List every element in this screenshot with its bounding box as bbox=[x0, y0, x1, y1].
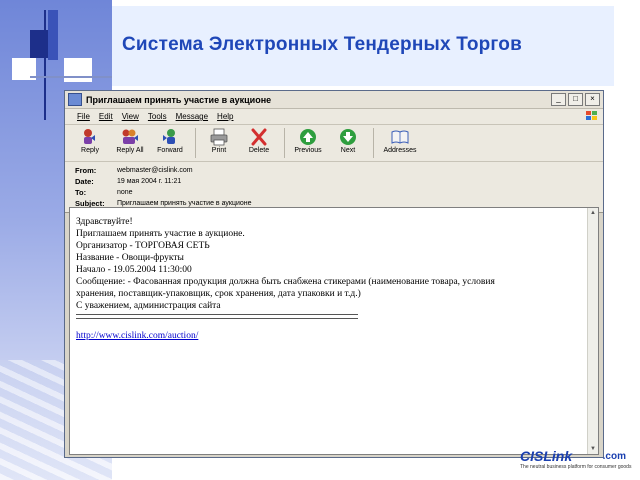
delete-label: Delete bbox=[248, 147, 270, 154]
forward-label: Forward bbox=[157, 147, 183, 154]
subject-value: Приглашаем принять участие в аукционе bbox=[117, 200, 252, 207]
delete-button[interactable]: Delete bbox=[242, 125, 276, 154]
window-titlebar[interactable]: Приглашаем принять участие в аукционе _ … bbox=[65, 91, 603, 109]
windows-logo-icon bbox=[586, 111, 597, 120]
body-line: Сообщение: - Фасованная продукция должна… bbox=[76, 277, 495, 287]
date-row: Date: 19 мая 2004 г. 11:21 bbox=[75, 176, 603, 187]
reply-all-icon bbox=[122, 129, 138, 144]
reply-all-label: Reply All bbox=[116, 147, 144, 154]
forward-button[interactable]: Forward bbox=[153, 125, 187, 154]
toolbar: Reply Reply All Forward Print Delete Pre… bbox=[65, 125, 603, 162]
body-line: хранения, поставщик-упаковщик, срок хран… bbox=[76, 289, 361, 299]
close-button[interactable]: × bbox=[585, 93, 600, 106]
deco-line-vertical bbox=[44, 10, 46, 120]
to-value: none bbox=[117, 189, 133, 196]
toolbar-separator bbox=[195, 128, 196, 158]
body-line: С уважением, администрация сайта bbox=[76, 301, 221, 311]
printer-icon bbox=[210, 128, 228, 146]
body-line: Название - Овощи-фрукты bbox=[76, 253, 184, 263]
cislink-logo: CISLink .com The neutral business platfo… bbox=[520, 448, 632, 476]
next-label: Next bbox=[340, 147, 356, 154]
scroll-up-arrow-icon[interactable]: ▲ bbox=[588, 208, 598, 218]
print-button[interactable]: Print bbox=[202, 125, 236, 154]
previous-label: Previous bbox=[294, 147, 322, 154]
reply-label: Reply bbox=[81, 147, 99, 154]
delete-x-icon bbox=[251, 128, 267, 146]
slide-title: Система Электронных Тендерных Торгов bbox=[122, 34, 522, 55]
window-title: Приглашаем принять участие в аукционе bbox=[86, 94, 272, 105]
addresses-button[interactable]: Addresses bbox=[380, 125, 420, 154]
menu-view[interactable]: View bbox=[122, 112, 139, 121]
body-line: Приглашаем принять участие в аукционе. bbox=[76, 229, 245, 239]
from-value: webmaster@cislink.com bbox=[117, 167, 193, 174]
toolbar-separator bbox=[373, 128, 374, 158]
reply-icon bbox=[84, 129, 95, 144]
body-line: Здравствуйте! bbox=[76, 217, 133, 227]
toolbar-separator bbox=[284, 128, 285, 158]
print-label: Print bbox=[211, 147, 227, 154]
separator-line bbox=[76, 314, 358, 319]
arrow-up-icon bbox=[300, 129, 316, 145]
addresses-label: Addresses bbox=[383, 147, 417, 154]
message-body[interactable]: Здравствуйте! Приглашаем принять участие… bbox=[69, 207, 599, 455]
logo-tagline: The neutral business platform for consum… bbox=[520, 464, 632, 470]
to-label: To: bbox=[75, 188, 87, 197]
vertical-scrollbar[interactable]: ▲ ▼ bbox=[587, 208, 598, 454]
menu-edit[interactable]: Edit bbox=[99, 112, 113, 121]
message-headers: From: webmaster@cislink.com Date: 19 мая… bbox=[65, 162, 603, 213]
menu-tools[interactable]: Tools bbox=[148, 112, 167, 121]
deco-square-white-2 bbox=[64, 58, 92, 82]
date-value: 19 мая 2004 г. 11:21 bbox=[117, 178, 182, 185]
previous-button[interactable]: Previous bbox=[291, 125, 325, 154]
logo-com: .com bbox=[602, 451, 626, 462]
minimize-button[interactable]: _ bbox=[551, 93, 566, 106]
logo-brand: CISLink bbox=[520, 448, 573, 464]
next-button[interactable]: Next bbox=[331, 125, 365, 154]
message-text: Здравствуйте! Приглашаем принять участие… bbox=[76, 216, 580, 342]
auction-link[interactable]: http://www.cislink.com/auction/ bbox=[76, 330, 198, 342]
from-row: From: webmaster@cislink.com bbox=[75, 165, 603, 176]
body-line: Начало - 19.05.2004 11:30:00 bbox=[76, 265, 192, 275]
email-window: Приглашаем принять участие в аукционе _ … bbox=[64, 90, 604, 458]
maximize-button[interactable]: □ bbox=[568, 93, 583, 106]
menu-bar: File Edit View Tools Message Help bbox=[65, 109, 603, 125]
forward-icon bbox=[163, 129, 175, 144]
menu-message[interactable]: Message bbox=[176, 112, 208, 121]
reply-all-button[interactable]: Reply All bbox=[113, 125, 147, 154]
address-book-icon bbox=[391, 130, 409, 144]
from-label: From: bbox=[75, 166, 97, 175]
menu-help[interactable]: Help bbox=[217, 112, 233, 121]
deco-line-horizontal bbox=[30, 76, 120, 78]
menu-file[interactable]: File bbox=[77, 112, 90, 121]
date-label: Date: bbox=[75, 177, 94, 186]
reply-button[interactable]: Reply bbox=[73, 125, 107, 154]
to-row: To: none bbox=[75, 187, 603, 198]
envelope-icon bbox=[68, 93, 82, 106]
deco-square-light bbox=[48, 10, 58, 60]
arrow-down-icon bbox=[340, 129, 356, 145]
body-line: Организатор - ТОРГОВАЯ СЕТЬ bbox=[76, 241, 210, 251]
